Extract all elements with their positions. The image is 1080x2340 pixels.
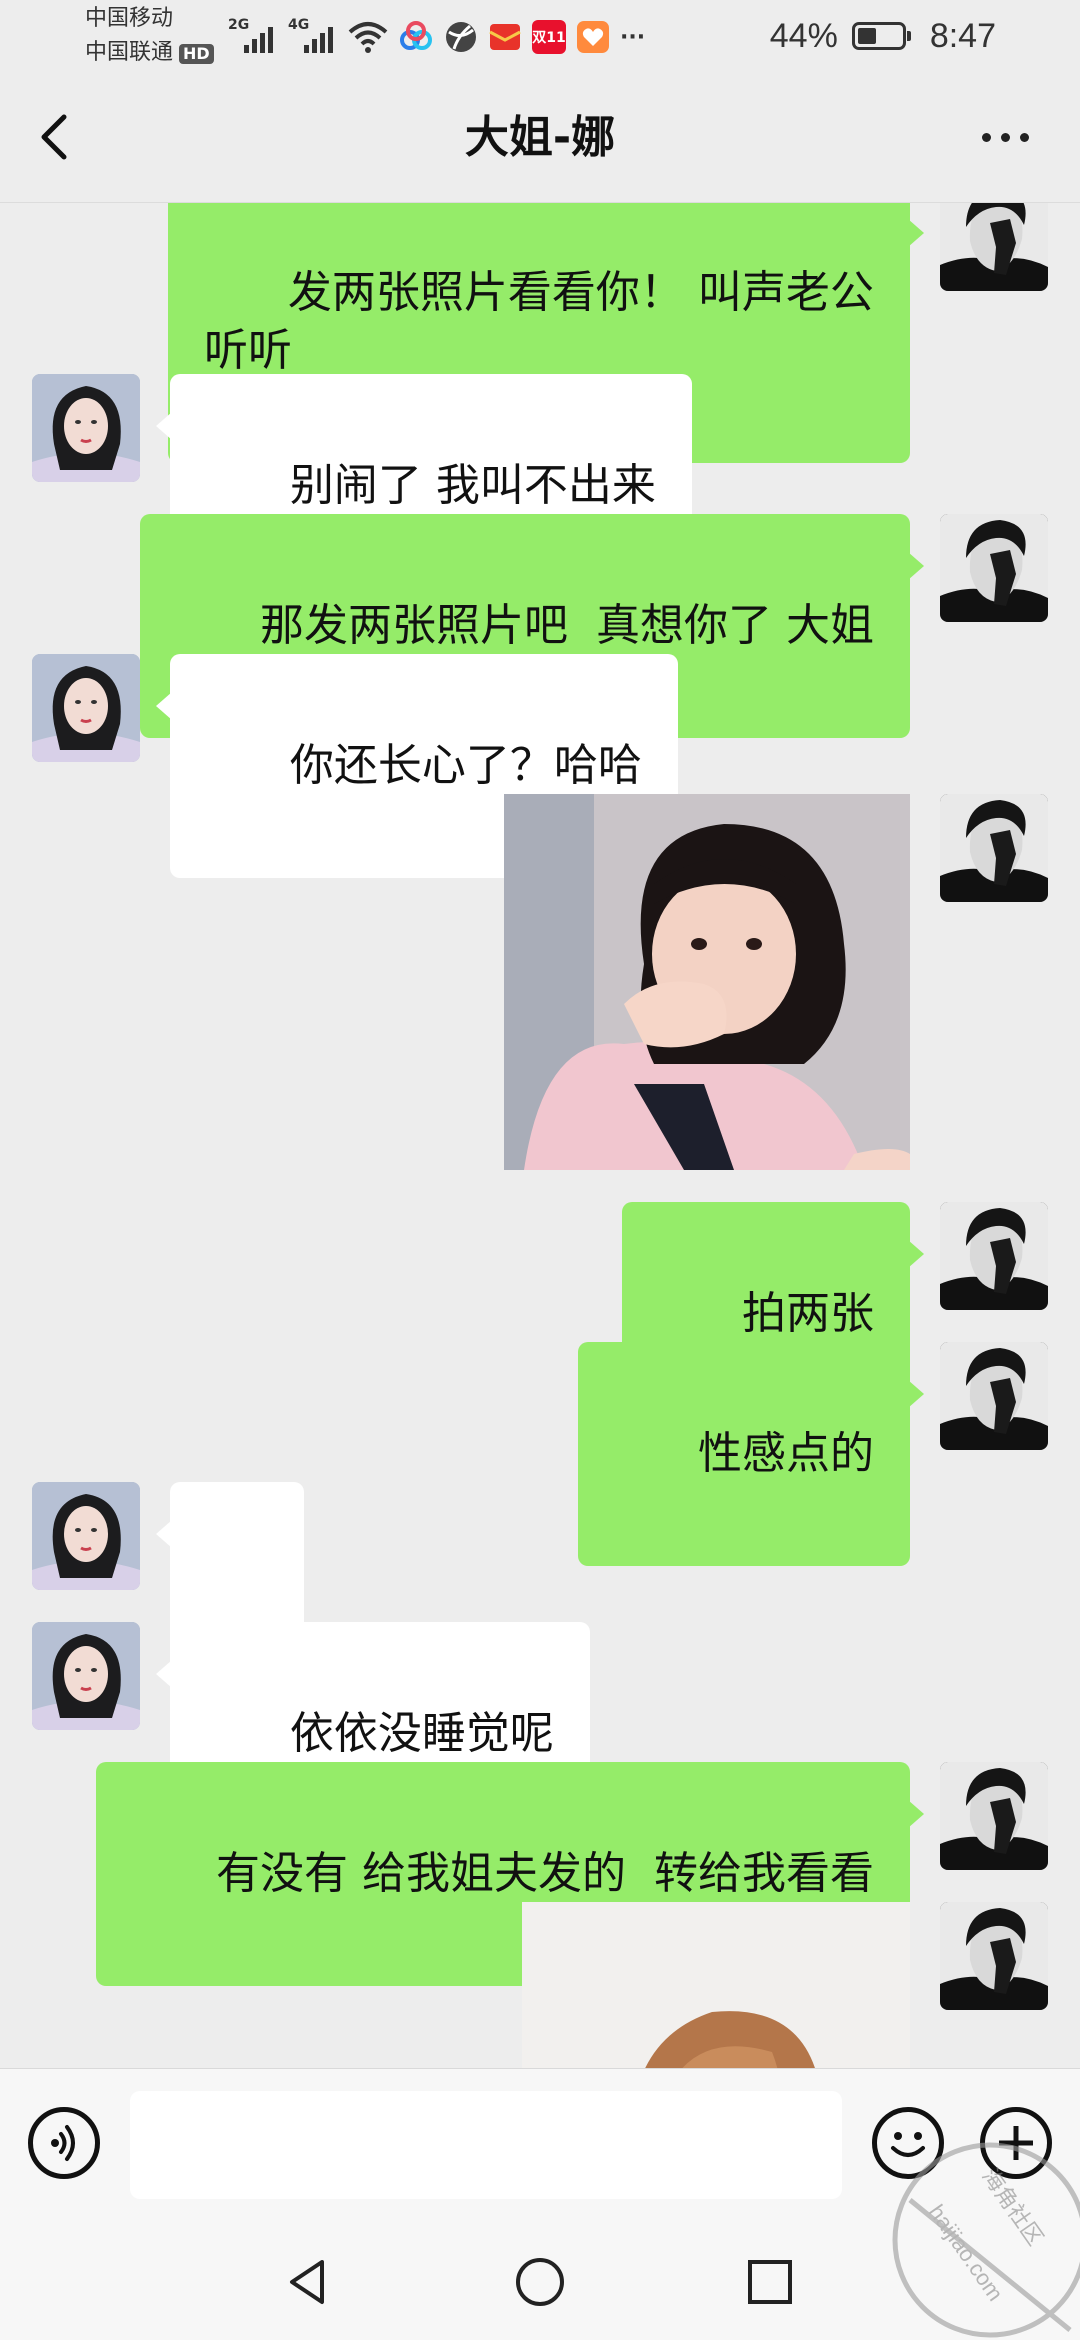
browser-app-icon bbox=[446, 22, 476, 52]
man-portrait-image bbox=[940, 1762, 1048, 1870]
shopping-app-label: 双11 bbox=[532, 30, 566, 46]
status-icons: 2G 4G 双11 ··· bbox=[228, 12, 645, 62]
battery-icon bbox=[851, 22, 911, 50]
chat-title: 大姐-娜 bbox=[464, 112, 616, 163]
more-options-button[interactable] bbox=[970, 112, 1040, 162]
my-avatar[interactable] bbox=[940, 1902, 1048, 2010]
man-portrait-image bbox=[940, 1202, 1048, 1310]
voice-icon bbox=[51, 2125, 75, 2161]
message-text: 有没有 给我姐夫发的 转给我看看 bbox=[216, 1848, 874, 1899]
message-text: 发两张照片看看你！ 叫声老公听听 bbox=[204, 267, 874, 376]
hd-badge: HD bbox=[179, 44, 214, 64]
signal-2g-icon: 2G bbox=[228, 17, 278, 57]
girl-kissing-hand-sticker bbox=[504, 794, 910, 1170]
nav-recents-button[interactable] bbox=[742, 2254, 798, 2310]
woman-portrait-image bbox=[32, 654, 140, 762]
man-portrait-image bbox=[940, 794, 1048, 902]
emoji-icon bbox=[891, 2132, 925, 2157]
system-navigation-bar bbox=[0, 2224, 1080, 2340]
contact-avatar[interactable] bbox=[32, 1622, 140, 1730]
nav-home-button[interactable] bbox=[512, 2254, 568, 2310]
message-text: 别闹了 我叫不出来 bbox=[289, 460, 656, 511]
nav-recents-icon bbox=[748, 2260, 792, 2304]
contact-avatar[interactable] bbox=[32, 374, 140, 482]
message-list[interactable]: 发两张照片看看你！ 叫声老公听听 别闹了 我叫不出来 那发两张照片吧 真想你了 … bbox=[0, 203, 1080, 2068]
message-bubble-outgoing[interactable]: 性感点的 bbox=[578, 1342, 924, 1566]
shopping-app-icon: 双11 bbox=[532, 20, 566, 54]
cloud-app-icon bbox=[400, 21, 432, 50]
my-avatar[interactable] bbox=[940, 1762, 1048, 1870]
emoji-button[interactable] bbox=[872, 2107, 944, 2179]
nav-back-icon bbox=[290, 2260, 324, 2304]
contact-avatar[interactable] bbox=[32, 654, 140, 762]
man-portrait-image bbox=[940, 203, 1048, 291]
wechat-chat-screen: 中国移动 中国联通 HD 2G 4G 双11 ··· 44% 8:47 大姐-娜… bbox=[0, 0, 1080, 2340]
woman-portrait-image bbox=[32, 1482, 140, 1590]
battery-percent: 44% bbox=[769, 16, 838, 55]
clock: 8:47 bbox=[929, 16, 996, 55]
my-avatar[interactable] bbox=[940, 1202, 1048, 1310]
carrier-primary: 中国移动 bbox=[85, 6, 174, 31]
message-text: 拍两张 bbox=[742, 1288, 874, 1339]
message-input-bar bbox=[0, 2068, 1080, 2225]
wifi-icon bbox=[348, 22, 388, 53]
message-text: 依依没睡觉呢 bbox=[289, 1708, 554, 1759]
my-avatar[interactable] bbox=[940, 514, 1048, 622]
nav-home-icon bbox=[516, 2258, 564, 2306]
more-functions-button[interactable] bbox=[980, 2107, 1052, 2179]
status-right: 44% 8:47 bbox=[770, 14, 996, 58]
my-avatar[interactable] bbox=[940, 794, 1048, 902]
voice-toggle-button[interactable] bbox=[28, 2107, 100, 2179]
woman-portrait-image bbox=[32, 1622, 140, 1730]
man-portrait-image bbox=[940, 1902, 1048, 2010]
heart-app-icon bbox=[577, 21, 609, 53]
more-dots-icon bbox=[981, 132, 1029, 142]
message-text: 那发两张照片吧 真想你了 大姐 bbox=[260, 600, 874, 651]
red-envelope-icon bbox=[489, 24, 521, 50]
chat-header: 大姐-娜 bbox=[0, 72, 1080, 203]
woman-portrait-image bbox=[32, 374, 140, 482]
contact-avatar[interactable] bbox=[32, 1482, 140, 1590]
nav-back-button[interactable] bbox=[280, 2254, 336, 2310]
message-input[interactable] bbox=[130, 2091, 842, 2199]
man-portrait-image bbox=[940, 514, 1048, 622]
sticker-image-message[interactable] bbox=[522, 1902, 910, 2068]
carrier-secondary: 中国联通 HD bbox=[85, 40, 214, 66]
my-avatar[interactable] bbox=[940, 1342, 1048, 1450]
status-bar: 中国移动 中国联通 HD 2G 4G 双11 ··· 44% 8:47 bbox=[0, 0, 1080, 72]
sticker-image-message[interactable] bbox=[504, 794, 910, 1170]
girl-peeking-sticker bbox=[522, 1902, 910, 2068]
carrier-secondary-label: 中国联通 bbox=[85, 40, 174, 65]
my-avatar[interactable] bbox=[940, 203, 1048, 291]
man-portrait-image bbox=[940, 1342, 1048, 1450]
message-text: 性感点的 bbox=[698, 1428, 874, 1479]
message-text: 你还长心了？哈哈 bbox=[289, 740, 642, 791]
signal-4g-icon: 4G bbox=[288, 17, 338, 57]
more-notifications-icon: ··· bbox=[620, 24, 646, 50]
